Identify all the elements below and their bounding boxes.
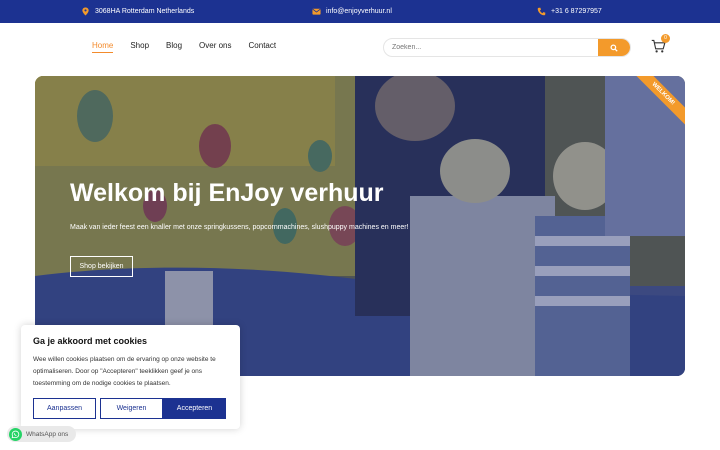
hero-subtitle: Maak van ieder feest een knaller met onz… bbox=[70, 224, 409, 231]
search-bar bbox=[383, 38, 631, 57]
search-icon bbox=[610, 43, 618, 52]
map-pin-icon bbox=[82, 7, 89, 16]
cart-count-badge: 0 bbox=[661, 34, 670, 43]
accept-button[interactable]: Accepteren bbox=[163, 398, 226, 419]
cart-button[interactable]: 0 bbox=[651, 34, 670, 55]
whatsapp-icon bbox=[9, 427, 22, 441]
nav-menu: Home Shop Blog Over ons Contact bbox=[92, 41, 276, 53]
customize-button[interactable]: Aanpassen bbox=[33, 398, 96, 419]
whatsapp-button[interactable]: WhatsApp ons bbox=[7, 426, 76, 442]
cookie-consent-dialog: Ga je akkoord met cookies Wee willen coo… bbox=[21, 325, 240, 429]
nav-item-over-ons[interactable]: Over ons bbox=[199, 41, 231, 53]
phone-info[interactable]: +31 6 87297957 bbox=[537, 0, 602, 23]
phone-text[interactable]: +31 6 87297957 bbox=[551, 8, 602, 15]
cookie-title: Ga je akkoord met cookies bbox=[33, 336, 148, 346]
email-text[interactable]: info@enjoyverhuur.nl bbox=[326, 8, 392, 15]
nav-item-contact[interactable]: Contact bbox=[249, 41, 277, 53]
address-info: 3068HA Rotterdam Netherlands bbox=[81, 0, 194, 23]
phone-icon bbox=[537, 7, 546, 16]
address-text: 3068HA Rotterdam Netherlands bbox=[95, 8, 195, 15]
main-navigation: Home Shop Blog Over ons Contact 0 bbox=[0, 23, 720, 71]
email-info[interactable]: info@enjoyverhuur.nl bbox=[312, 0, 392, 23]
hero-title: Welkom bij EnJoy verhuur bbox=[70, 179, 384, 207]
cookie-text: Wee willen cookies plaatsen om de ervari… bbox=[33, 356, 216, 387]
nav-item-blog[interactable]: Blog bbox=[166, 41, 182, 53]
nav-item-home[interactable]: Home bbox=[92, 41, 114, 53]
whatsapp-label: WhatsApp ons bbox=[26, 430, 69, 438]
search-button[interactable] bbox=[598, 39, 630, 56]
top-info-bar: 3068HA Rotterdam Netherlands info@enjoyv… bbox=[0, 0, 720, 23]
nav-item-shop[interactable]: Shop bbox=[130, 41, 149, 53]
search-input[interactable] bbox=[384, 39, 600, 56]
shop-bekijken-button[interactable]: Shop bekijken bbox=[70, 256, 133, 277]
reject-button[interactable]: Weigeren bbox=[100, 398, 163, 419]
envelope-icon bbox=[312, 8, 321, 15]
